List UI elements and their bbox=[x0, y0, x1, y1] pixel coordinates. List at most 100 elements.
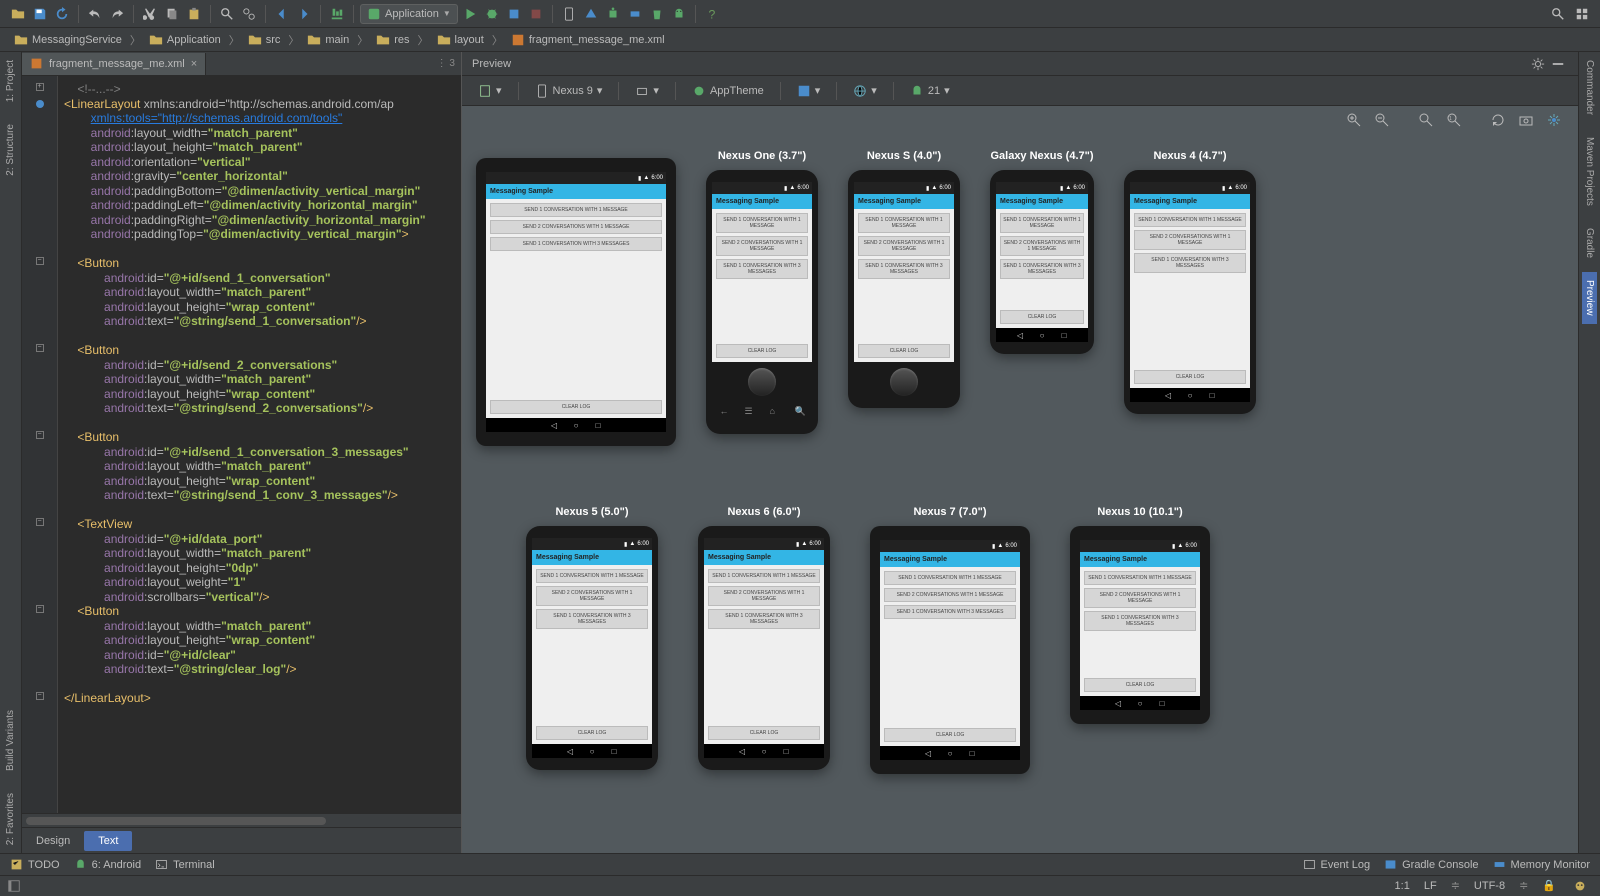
back-icon[interactable] bbox=[272, 4, 292, 24]
theme-combo[interactable]: AppTheme bbox=[686, 82, 770, 100]
code-text[interactable]: <!--...--><LinearLayout xmlns:android="h… bbox=[58, 76, 461, 813]
hide-icon[interactable] bbox=[1548, 54, 1568, 74]
api-combo[interactable]: 21▾ bbox=[904, 82, 956, 100]
toolwin-memory[interactable]: Memory Monitor bbox=[1493, 858, 1590, 871]
breadcrumb-item[interactable]: layout bbox=[433, 31, 488, 49]
fold-icon[interactable]: − bbox=[36, 692, 44, 700]
toolwindows-toggle-icon[interactable] bbox=[4, 876, 24, 896]
locale-combo[interactable]: ▾ bbox=[847, 82, 883, 100]
find-icon[interactable] bbox=[217, 4, 237, 24]
device-frame[interactable]: ▮▲6:00Messaging SampleSEND 1 CONVERSATIO… bbox=[1070, 526, 1210, 724]
run-icon[interactable] bbox=[460, 4, 480, 24]
zoom-actual-icon[interactable]: 1 bbox=[1444, 110, 1464, 130]
tab-text[interactable]: Text bbox=[84, 831, 132, 851]
sync-icon[interactable] bbox=[52, 4, 72, 24]
breadcrumb-item[interactable]: fragment_message_me.xml bbox=[507, 31, 669, 49]
gc-icon[interactable] bbox=[647, 4, 667, 24]
device-label: Nexus 7 (7.0") bbox=[913, 506, 986, 518]
lock-icon[interactable]: 🔒 bbox=[1542, 879, 1556, 892]
breadcrumb-item[interactable]: src bbox=[244, 31, 285, 49]
activity-combo[interactable]: ▾ bbox=[791, 82, 827, 100]
copy-icon[interactable] bbox=[162, 4, 182, 24]
sdk-icon[interactable] bbox=[581, 4, 601, 24]
attach-debugger-icon[interactable] bbox=[504, 4, 524, 24]
run-config-combo[interactable]: Application ▼ bbox=[360, 4, 458, 24]
sidetab-project[interactable]: 1: Project bbox=[3, 52, 18, 110]
open-icon[interactable] bbox=[8, 4, 28, 24]
tab-design[interactable]: Design bbox=[22, 831, 84, 851]
breadcrumb-item[interactable]: main bbox=[303, 31, 353, 49]
zoom-in-icon[interactable] bbox=[1344, 110, 1364, 130]
gutter: + − − − − − − bbox=[22, 76, 58, 813]
toolwin-todo[interactable]: TODO bbox=[10, 858, 60, 871]
toolwin-gradle-console[interactable]: Gradle Console bbox=[1384, 858, 1478, 871]
device-combo[interactable]: Nexus 9▾ bbox=[529, 82, 609, 100]
paste-icon[interactable] bbox=[184, 4, 204, 24]
file-tab[interactable]: fragment_message_me.xml × bbox=[22, 53, 206, 75]
render-combo[interactable]: ▾ bbox=[472, 82, 508, 100]
memory-icon[interactable] bbox=[625, 4, 645, 24]
gear-icon[interactable] bbox=[1528, 54, 1548, 74]
device-frame[interactable]: ▮▲6:00Messaging SampleSEND 1 CONVERSATIO… bbox=[526, 526, 658, 770]
sidetab-preview[interactable]: Preview bbox=[1582, 272, 1597, 324]
breadcrumb-item[interactable]: Application bbox=[145, 31, 225, 49]
preview-panel: Preview ▾ Nexus 9▾ ▾ AppTheme ▾ ▾ 21▾ 1 bbox=[462, 52, 1578, 853]
save-icon[interactable] bbox=[30, 4, 50, 24]
fold-icon[interactable]: − bbox=[36, 257, 44, 265]
cut-icon[interactable] bbox=[140, 4, 160, 24]
breadcrumb-item[interactable]: res bbox=[372, 31, 413, 49]
orientation-combo[interactable]: ▾ bbox=[629, 82, 665, 100]
toolwin-terminal[interactable]: Terminal bbox=[155, 858, 215, 871]
avd-icon[interactable] bbox=[559, 4, 579, 24]
inspection-icon[interactable] bbox=[1570, 876, 1590, 896]
device-frame[interactable]: ▮▲6:00Messaging SampleSEND 1 CONVERSATIO… bbox=[476, 158, 676, 446]
toolwin-android[interactable]: 6: Android bbox=[74, 858, 142, 871]
stop-icon[interactable] bbox=[526, 4, 546, 24]
fold-icon[interactable]: + bbox=[36, 83, 44, 91]
svg-text:?: ? bbox=[708, 7, 715, 21]
help-icon[interactable]: ? bbox=[702, 4, 722, 24]
caret-position[interactable]: 1:1 bbox=[1395, 880, 1410, 892]
undo-icon[interactable] bbox=[85, 4, 105, 24]
encoding[interactable]: UTF-8 bbox=[1474, 880, 1505, 892]
fold-icon[interactable]: − bbox=[36, 344, 44, 352]
fold-icon[interactable]: − bbox=[36, 518, 44, 526]
line-separator[interactable]: LF bbox=[1424, 880, 1437, 892]
device-frame[interactable]: ▮▲6:00Messaging SampleSEND 1 CONVERSATIO… bbox=[1124, 170, 1256, 414]
settings-icon[interactable] bbox=[1544, 110, 1564, 130]
split-indicator[interactable]: ⋮ 3 bbox=[431, 58, 461, 69]
device-frame[interactable]: ▮▲6:00Messaging SampleSEND 1 CONVERSATIO… bbox=[870, 526, 1030, 774]
fold-icon[interactable]: − bbox=[36, 431, 44, 439]
debug-icon[interactable] bbox=[482, 4, 502, 24]
device-frame[interactable]: ▮▲6:00Messaging SampleSEND 1 CONVERSATIO… bbox=[698, 526, 830, 770]
breadcrumb-item[interactable]: MessagingService bbox=[10, 31, 126, 49]
redo-icon[interactable] bbox=[107, 4, 127, 24]
forward-icon[interactable] bbox=[294, 4, 314, 24]
ide-settings-icon[interactable] bbox=[1572, 4, 1592, 24]
refresh-icon[interactable] bbox=[1488, 110, 1508, 130]
sidetab-favorites[interactable]: 2: Favorites bbox=[3, 785, 18, 853]
sidetab-maven[interactable]: Maven Projects bbox=[1582, 129, 1597, 214]
zoom-out-icon[interactable] bbox=[1372, 110, 1392, 130]
device-frame[interactable]: ▮▲6:00Messaging SampleSEND 1 CONVERSATIO… bbox=[848, 170, 960, 408]
sidetab-build-variants[interactable]: Build Variants bbox=[3, 702, 18, 779]
sidetab-structure[interactable]: 2: Structure bbox=[3, 116, 18, 184]
close-tab-icon[interactable]: × bbox=[191, 58, 197, 70]
zoom-fit-icon[interactable] bbox=[1416, 110, 1436, 130]
toolwin-event-log[interactable]: Event Log bbox=[1303, 858, 1371, 871]
horizontal-scrollbar[interactable] bbox=[22, 813, 461, 827]
replace-icon[interactable] bbox=[239, 4, 259, 24]
device-frame[interactable]: ▮▲6:00Messaging SampleSEND 1 CONVERSATIO… bbox=[990, 170, 1094, 354]
ddms-icon[interactable] bbox=[603, 4, 623, 24]
sidetab-commander[interactable]: Commander bbox=[1582, 52, 1597, 123]
sidetab-gradle[interactable]: Gradle bbox=[1582, 220, 1597, 266]
device-label: Nexus 10 (10.1") bbox=[1097, 506, 1182, 518]
search-everywhere-icon[interactable] bbox=[1548, 4, 1568, 24]
make-icon[interactable] bbox=[327, 4, 347, 24]
fold-icon[interactable]: − bbox=[36, 605, 44, 613]
android-icon[interactable] bbox=[669, 4, 689, 24]
preview-canvas[interactable]: ▮▲6:00Messaging SampleSEND 1 CONVERSATIO… bbox=[462, 130, 1578, 853]
code-editor[interactable]: + − − − − − − <!--...--><LinearLayout xmlns:an… bbox=[22, 76, 461, 813]
device-frame[interactable]: ▮▲6:00Messaging SampleSEND 1 CONVERSATIO… bbox=[706, 170, 818, 434]
screenshot-icon[interactable] bbox=[1516, 110, 1536, 130]
